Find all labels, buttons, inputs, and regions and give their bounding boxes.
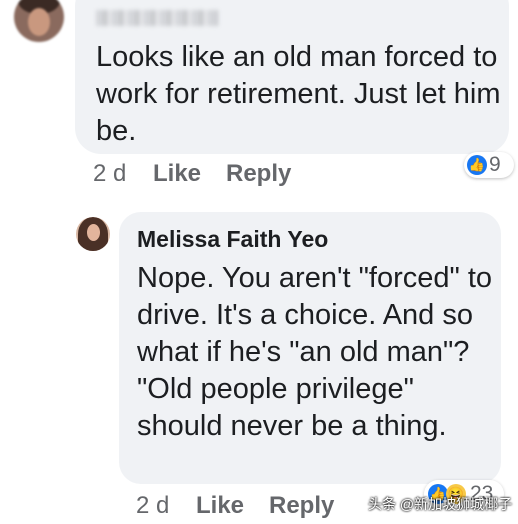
reply-button[interactable]: Reply: [269, 492, 334, 520]
reply-text: Nope. You aren't "forced" to drive. It's…: [137, 262, 493, 442]
reply-author-avatar[interactable]: [76, 217, 110, 251]
comment-time[interactable]: 2 d: [93, 160, 126, 188]
like-icon: 👍: [467, 155, 487, 175]
commenter-name-redacted: [96, 10, 218, 26]
reaction-summary[interactable]: 👍 9: [464, 152, 514, 178]
reply-time[interactable]: 2 d: [136, 492, 169, 520]
comment-text: Looks like an old man forced to work for…: [96, 41, 501, 147]
reaction-count: 9: [489, 153, 501, 176]
avatar-face: [28, 8, 50, 36]
watermark: 头条 @新加坡狮城椰子: [368, 496, 513, 512]
like-button[interactable]: Like: [153, 160, 201, 188]
reply-author-name[interactable]: Melissa Faith Yeo: [137, 226, 328, 253]
avatar-face: [87, 224, 100, 241]
reply-button[interactable]: Reply: [226, 160, 291, 188]
commenter-avatar-blurred[interactable]: [14, 0, 64, 42]
like-button[interactable]: Like: [196, 492, 244, 520]
